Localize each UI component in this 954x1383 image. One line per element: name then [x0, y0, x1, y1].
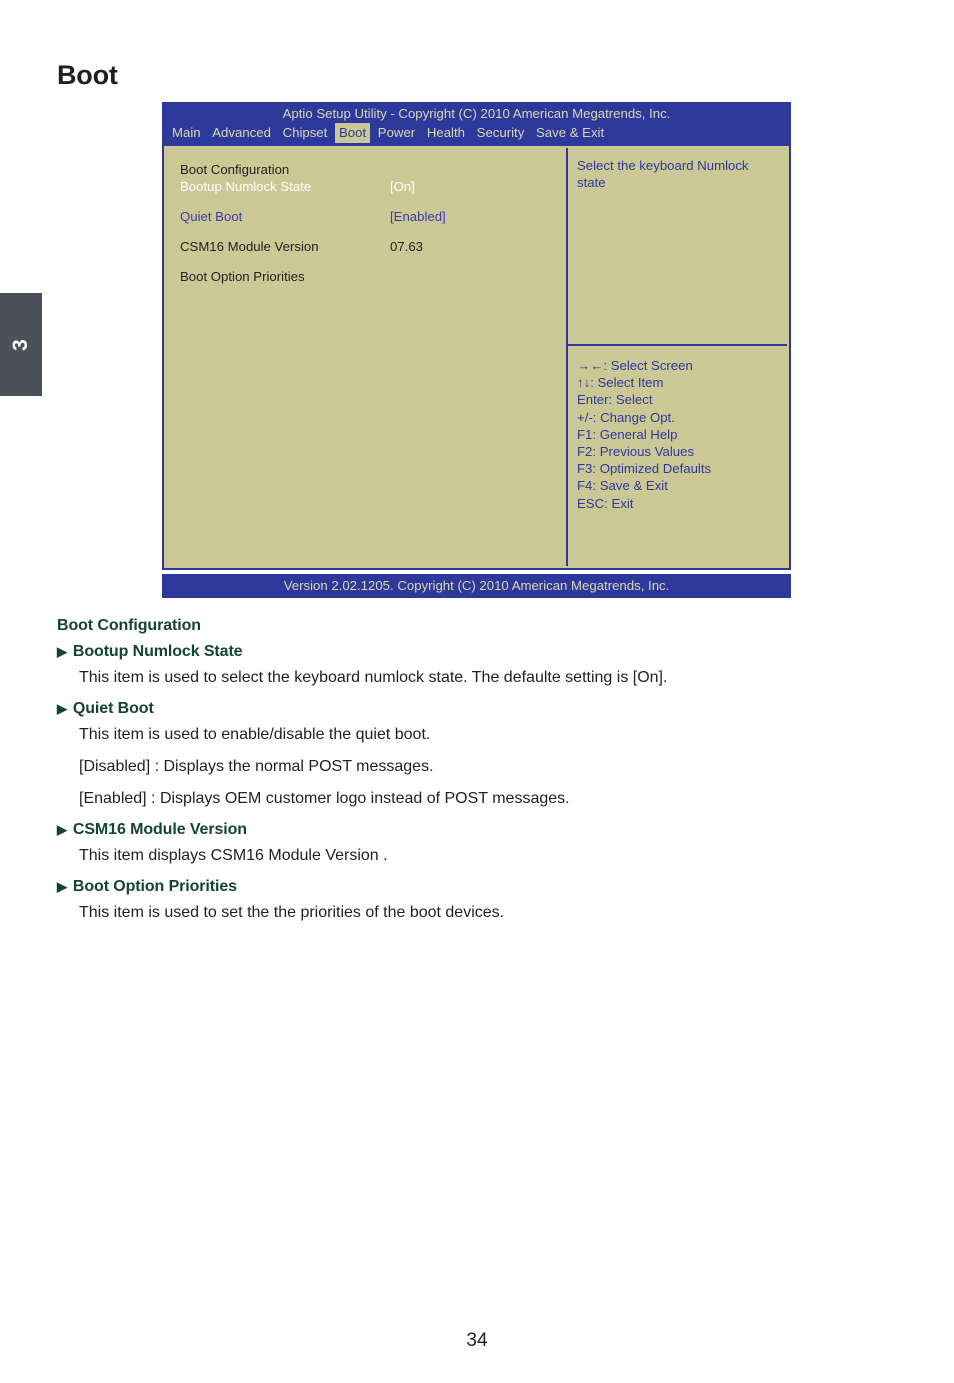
- bios-tab-advanced[interactable]: Advanced: [208, 123, 275, 143]
- bios-screenshot: Aptio Setup Utility - Copyright (C) 2010…: [162, 102, 791, 598]
- bios-side-panel: Select the keyboard Numlock state →←: Se…: [568, 148, 787, 566]
- bios-row-spacer: [180, 195, 566, 208]
- bios-body: Boot Configuration Bootup Numlock State …: [162, 146, 791, 570]
- bios-row-boot-option-priorities[interactable]: Boot Option Priorities: [180, 268, 566, 285]
- triangle-bullet-icon: ▶: [57, 879, 67, 894]
- bios-option-label: Bootup Numlock State: [180, 179, 312, 194]
- bios-row-csm16-module-version: CSM16 Module Version 07.63: [180, 238, 566, 255]
- doc-paragraph: [Enabled] : Displays OEM customer logo i…: [79, 790, 570, 807]
- key-legend-f4-save-exit: F4: Save & Exit: [577, 478, 668, 494]
- key-legend-change-opt: +/-: Change Opt.: [577, 409, 675, 425]
- doc-item-heading-quiet-boot: ▶ Quiet Boot: [57, 700, 897, 718]
- key-legend-select-screen: →←: Select Screen: [577, 358, 693, 373]
- bios-tab-main[interactable]: Main: [168, 123, 205, 143]
- key-legend-select-item: ↑↓: Select Item: [577, 375, 664, 391]
- triangle-bullet-icon: ▶: [57, 644, 67, 659]
- doc-section-heading: Boot Configuration: [57, 617, 201, 634]
- doc-item-heading-csm16-module-version: ▶ CSM16 Module Version: [57, 821, 897, 839]
- bios-settings-panel: Boot Configuration Bootup Numlock State …: [166, 148, 566, 566]
- bios-tab-boot[interactable]: Boot: [334, 123, 371, 143]
- bios-option-value[interactable]: [On]: [390, 178, 415, 195]
- bios-option-value: 07.63: [390, 239, 424, 254]
- bios-tab-security[interactable]: Security: [473, 123, 529, 143]
- key-legend-f3-optimized-defaults: F3: Optimized Defaults: [577, 461, 712, 477]
- doc-paragraph: This item displays CSM16 Module Version …: [79, 847, 388, 864]
- key-legend-f1-general-help: F1: General Help: [577, 426, 678, 442]
- doc-item-heading-bootup-numlock-state: ▶ Bootup Numlock State: [57, 643, 897, 661]
- doc-item-heading-label: Bootup Numlock State: [72, 643, 243, 660]
- bios-footer-version: Version 2.02.1205. Copyright (C) 2010 Am…: [162, 574, 791, 598]
- chapter-side-tab: 3: [0, 293, 42, 396]
- bios-key-legend: →←: Select Screen ↑↓: Select Item Enter:…: [568, 346, 787, 566]
- triangle-bullet-icon: ▶: [57, 701, 67, 716]
- bios-tab-health[interactable]: Health: [423, 123, 469, 143]
- doc-paragraph: This item is used to set the the priorit…: [79, 904, 505, 921]
- bios-option-label: CSM16 Module Version: [180, 239, 319, 254]
- bios-help-text: Select the keyboard Numlock state: [577, 158, 749, 190]
- bios-option-label: Quiet Boot: [180, 209, 243, 224]
- page-title: Boot: [57, 60, 118, 90]
- bios-option-value[interactable]: [Enabled]: [390, 208, 446, 225]
- bios-menu-bar: Main Advanced Chipset Boot Power Health …: [162, 123, 791, 146]
- page-number: 34: [466, 1330, 488, 1351]
- doc-paragraph: This item is used to enable/disable the …: [79, 726, 431, 743]
- doc-paragraph: [Disabled] : Displays the normal POST me…: [79, 758, 434, 775]
- doc-item-heading-label: Boot Option Priorities: [72, 878, 237, 895]
- bios-row-spacer: [180, 255, 566, 268]
- bios-tab-save-exit[interactable]: Save & Exit: [532, 123, 608, 143]
- bios-row-quiet-boot[interactable]: Quiet Boot [Enabled]: [180, 208, 566, 225]
- doc-item-heading-label: CSM16 Module Version: [72, 821, 247, 838]
- bios-header-title: Aptio Setup Utility - Copyright (C) 2010…: [162, 102, 791, 123]
- bios-section-title: Boot Configuration: [180, 162, 290, 177]
- key-legend-esc-exit: ESC: Exit: [577, 495, 634, 511]
- key-legend-f2-previous-values: F2: Previous Values: [577, 444, 695, 460]
- bios-tab-chipset[interactable]: Chipset: [279, 123, 332, 143]
- bios-row-spacer: [180, 225, 566, 238]
- doc-paragraph: This item is used to select the keyboard…: [79, 669, 668, 686]
- bios-row-bootup-numlock-state[interactable]: Bootup Numlock State [On]: [180, 178, 566, 195]
- bios-tab-power[interactable]: Power: [374, 123, 419, 143]
- key-legend-enter-select: Enter: Select: [577, 392, 653, 408]
- doc-item-heading-label: Quiet Boot: [72, 700, 154, 717]
- triangle-bullet-icon: ▶: [57, 822, 67, 837]
- chapter-number: 3: [9, 338, 32, 351]
- doc-item-heading-boot-option-priorities: ▶ Boot Option Priorities: [57, 878, 897, 896]
- bios-option-label: Boot Option Priorities: [180, 269, 305, 284]
- documentation-body: Boot Configuration ▶ Bootup Numlock State…: [57, 617, 897, 935]
